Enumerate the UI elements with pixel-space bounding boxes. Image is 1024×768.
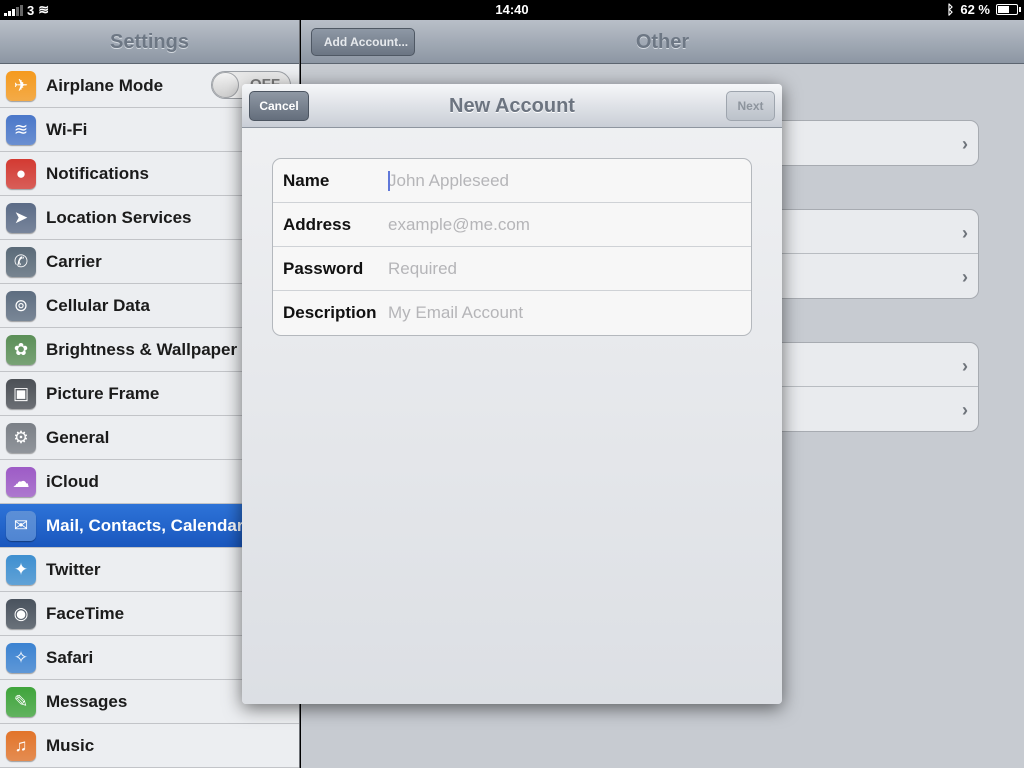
location-arrow-icon: ➤ [6, 202, 36, 233]
settings-row[interactable]: › [772, 387, 978, 431]
sidebar-item-label: General [46, 427, 110, 447]
sidebar-item-label: Picture Frame [46, 383, 160, 403]
bluetooth-icon: ᛒ [946, 2, 955, 17]
toggle-knob [212, 72, 239, 98]
new-account-modal: Cancel New Account Next Name Address Pas… [242, 84, 782, 704]
chevron-right-icon: › [962, 223, 968, 243]
password-input[interactable] [388, 255, 738, 283]
address-label: Address [283, 215, 352, 234]
notifications-icon: ● [6, 158, 36, 189]
sidebar-item-label: Wi-Fi [46, 119, 88, 139]
chevron-right-icon: › [962, 267, 968, 287]
battery-percent: 62 % [960, 2, 990, 17]
name-row: Name [273, 159, 751, 203]
messages-bubble-icon: ✎ [6, 686, 36, 717]
sidebar-item-label: Mail, Contacts, Calendars [46, 515, 253, 535]
picture-frame-icon: ▣ [6, 378, 36, 409]
password-row: Password [273, 247, 751, 291]
clock: 14:40 [495, 2, 529, 17]
sidebar-item-label: Carrier [46, 251, 102, 271]
battery-icon [996, 4, 1021, 15]
airplane-icon: ✈ [6, 70, 36, 101]
sidebar-item-label: Music [46, 735, 95, 755]
sidebar-title: Settings [0, 20, 299, 64]
status-bar: 3 ≋ 14:40 ᛒ 62 % [0, 0, 1024, 20]
modal-navbar: Cancel New Account Next [242, 84, 782, 128]
cellular-antenna-icon: ⊚ [6, 290, 36, 321]
modal-title: New Account [449, 95, 575, 117]
phone-icon: ✆ [6, 246, 36, 277]
wifi-icon: ≋ [6, 114, 36, 145]
chevron-right-icon: › [962, 356, 968, 376]
battery-fill [998, 6, 1009, 13]
description-label: Description [283, 303, 377, 322]
settings-row[interactable]: › [772, 121, 978, 165]
address-input[interactable] [388, 211, 738, 239]
sidebar-item-label: Safari [46, 647, 94, 667]
sidebar-item-label: Cellular Data [46, 295, 150, 315]
sidebar-item-music[interactable]: ♫ Music [0, 724, 299, 768]
sidebar-item-label: FaceTime [46, 603, 125, 623]
address-row: Address [273, 203, 751, 247]
sidebar-item-label: Twitter [46, 559, 101, 579]
music-note-icon: ♫ [6, 730, 36, 761]
safari-compass-icon: ✧ [6, 642, 36, 673]
description-input[interactable] [388, 299, 738, 327]
name-input[interactable] [388, 167, 738, 195]
chevron-right-icon: › [962, 400, 968, 420]
sidebar-item-label: Messages [46, 691, 128, 711]
settings-group: › [771, 120, 979, 166]
next-button[interactable]: Next [726, 91, 775, 121]
chevron-right-icon: › [962, 134, 968, 154]
detail-navbar: Add Account... Other [301, 20, 1024, 64]
name-label: Name [283, 171, 330, 190]
settings-row[interactable]: › [772, 254, 978, 298]
password-label: Password [283, 259, 364, 278]
twitter-bird-icon: ✦ [6, 554, 36, 585]
description-row: Description [273, 291, 751, 335]
facetime-camera-icon: ◉ [6, 598, 36, 629]
account-form: Name Address Password Description [272, 158, 752, 336]
settings-group: › › [771, 209, 979, 299]
sidebar-item-label: Brightness & Wallpaper [46, 339, 238, 359]
sidebar-item-label: Notifications [46, 163, 149, 183]
settings-row[interactable]: › [772, 343, 978, 387]
sidebar-item-label: Location Services [46, 207, 192, 227]
flower-icon: ✿ [6, 334, 36, 365]
sidebar-item-label: iCloud [46, 471, 99, 491]
sidebar-item-label: Airplane Mode [46, 75, 164, 95]
settings-group: › › [771, 342, 979, 432]
text-cursor [388, 171, 390, 191]
gear-icon: ⚙ [6, 422, 36, 453]
detail-title: Other [635, 31, 690, 53]
mail-icon: ✉ [6, 510, 36, 541]
settings-row[interactable]: › [772, 210, 978, 254]
cloud-icon: ☁ [6, 466, 36, 497]
